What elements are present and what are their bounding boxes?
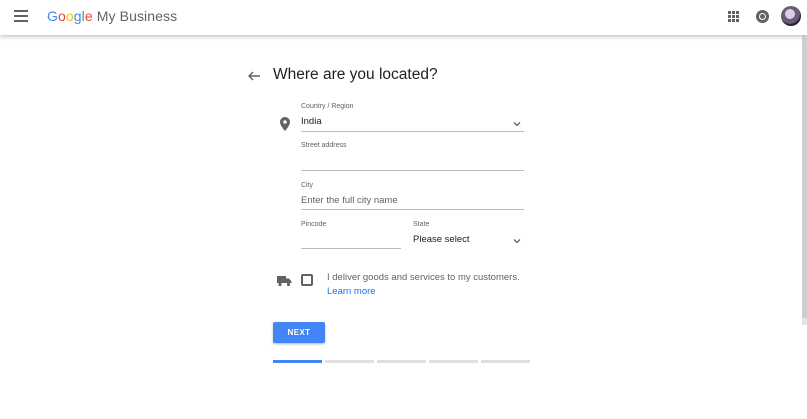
country-region-value: India — [301, 116, 322, 127]
progress-step-4 — [429, 360, 478, 363]
state-select[interactable]: State Please select — [413, 221, 524, 249]
country-region-select[interactable]: Country / Region India — [301, 103, 524, 132]
pincode-value — [301, 234, 401, 247]
google-my-business-logo[interactable]: Google My Business — [47, 8, 177, 24]
street-address-label: Street address — [301, 142, 347, 149]
logo-letter-2: o — [58, 8, 66, 24]
logo-letter-3: o — [65, 8, 74, 24]
menu-icon[interactable] — [14, 10, 28, 22]
top-app-bar: Google My Business — [0, 0, 807, 35]
page-title: Where are you located? — [273, 66, 438, 83]
chevron-down-icon — [513, 122, 521, 127]
delivery-truck-icon — [277, 274, 292, 287]
logo-letter-4: g — [73, 8, 82, 24]
state-value: Please select — [413, 234, 470, 245]
progress-step-3 — [377, 360, 426, 363]
state-label: State — [413, 221, 430, 228]
city-label: City — [301, 182, 314, 189]
product-name: My Business — [96, 8, 178, 24]
chevron-down-icon — [513, 239, 521, 244]
city-placeholder: Enter the full city name — [301, 195, 398, 206]
back-arrow-icon[interactable] — [247, 69, 261, 83]
learn-more-link[interactable]: Learn more — [327, 286, 376, 297]
logo-letter-1: G — [47, 8, 58, 24]
next-button[interactable]: NEXT — [273, 322, 325, 343]
logo-letter-6: e — [84, 8, 93, 24]
street-address-field[interactable]: Street address — [301, 142, 524, 171]
street-address-value — [301, 155, 524, 168]
page-scrollbar-thumb[interactable] — [802, 38, 807, 318]
avatar[interactable] — [781, 6, 801, 26]
country-region-label: Country / Region — [301, 103, 354, 110]
progress-step-2 — [325, 360, 374, 363]
deliver-goods-checkbox[interactable] — [301, 274, 313, 286]
city-field[interactable]: City Enter the full city name — [301, 182, 524, 210]
notifications-icon[interactable] — [756, 10, 769, 23]
progress-step-1 — [273, 360, 322, 363]
location-pin-icon — [280, 117, 290, 131]
progress-step-5 — [481, 360, 530, 363]
deliver-goods-label: I deliver goods and services to my custo… — [327, 272, 520, 283]
apps-icon[interactable] — [728, 11, 739, 22]
pincode-label: Pincode — [301, 221, 327, 228]
pincode-field[interactable]: Pincode — [301, 221, 401, 249]
